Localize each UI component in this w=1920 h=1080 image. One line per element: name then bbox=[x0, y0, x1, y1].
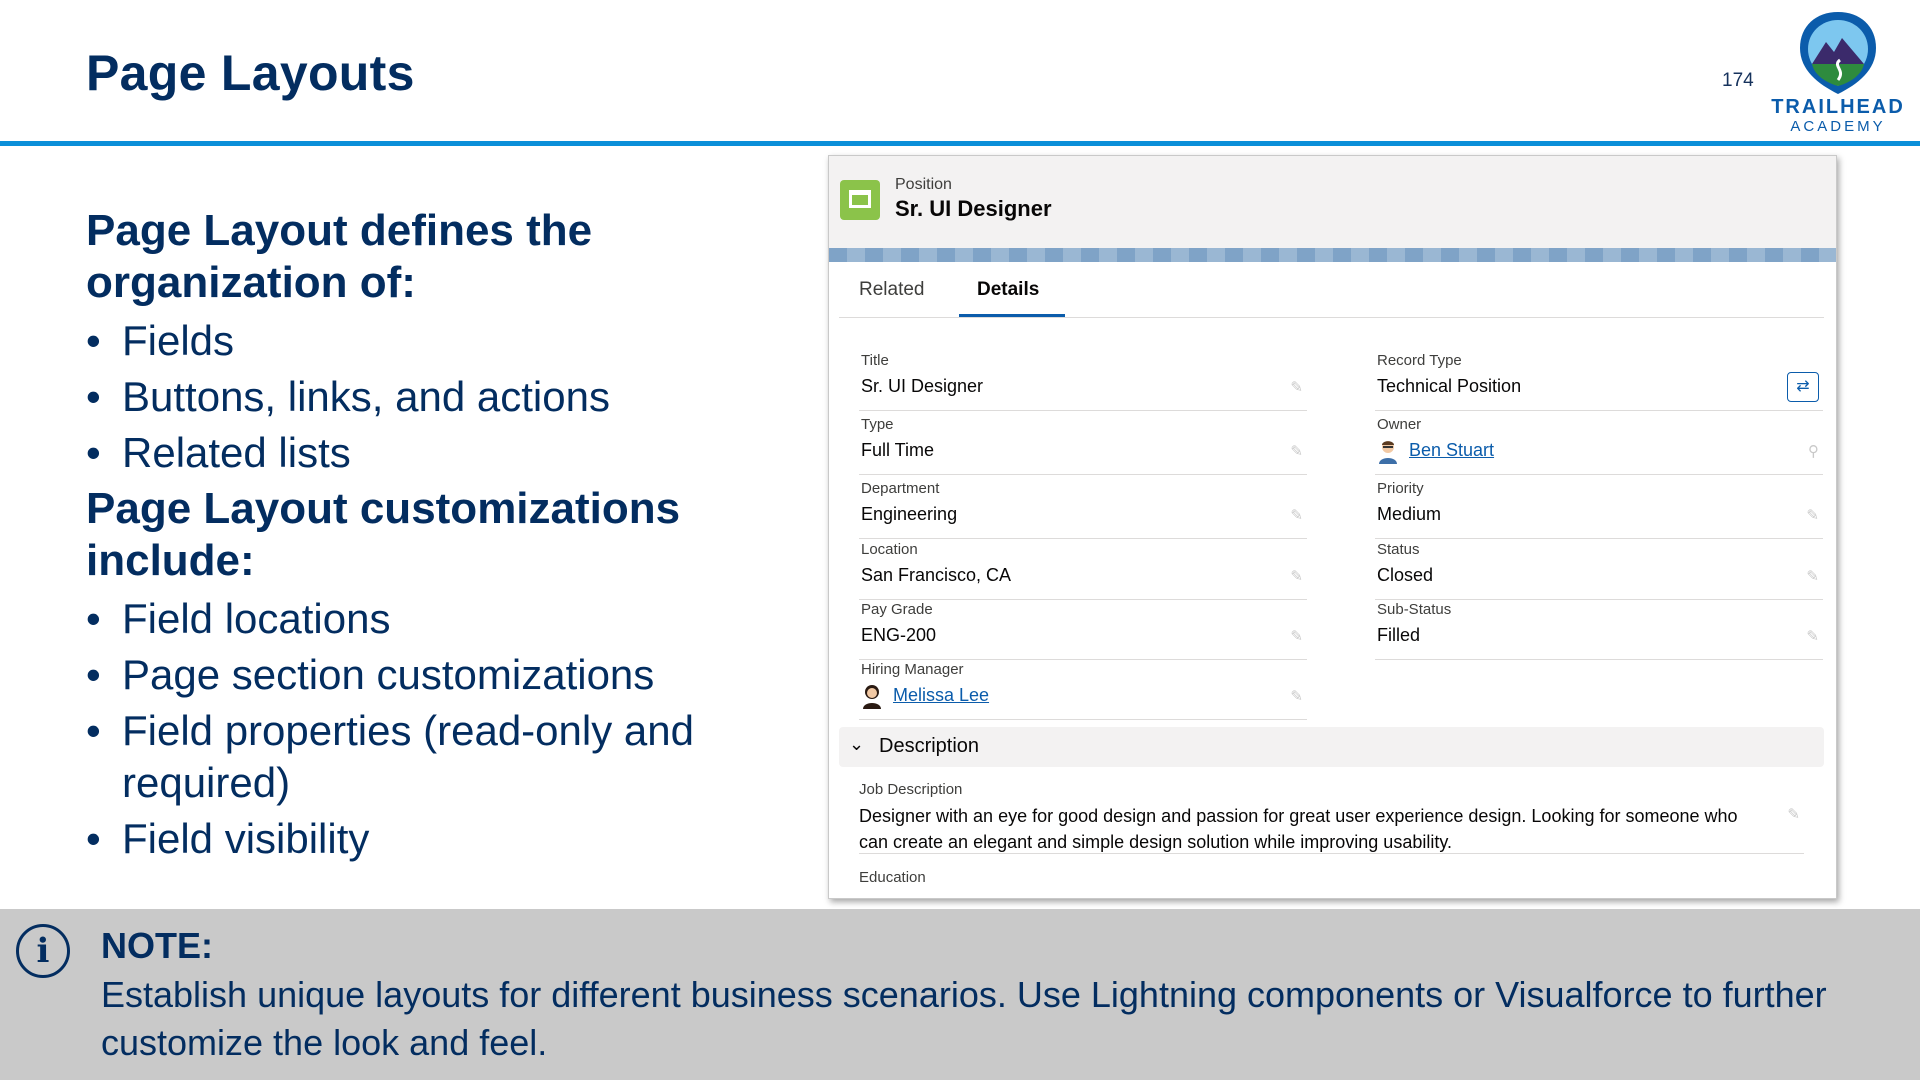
list-customizations: Field locations Page section customizati… bbox=[86, 593, 826, 865]
user-avatar-icon bbox=[863, 685, 881, 709]
chevron-down-icon[interactable]: ⌄ bbox=[849, 734, 864, 755]
logo-wordmark-trailhead: TRAILHEAD bbox=[1771, 96, 1905, 118]
field-value: Medium bbox=[1377, 504, 1442, 524]
field-label: Priority bbox=[1377, 480, 1424, 497]
list-defines: Fields Buttons, links, and actions Relat… bbox=[86, 315, 826, 479]
list-item: Field locations bbox=[86, 593, 826, 645]
field-value: Filled bbox=[1377, 625, 1421, 645]
field-owner: Owner Ben Stuart ⚲ bbox=[1375, 416, 1823, 475]
field-value: San Francisco, CA bbox=[861, 565, 1012, 585]
note-title: NOTE: bbox=[101, 925, 213, 966]
field-value: Engineering bbox=[861, 504, 958, 524]
pencil-icon[interactable]: ✎ bbox=[1290, 567, 1303, 585]
pencil-icon[interactable]: ✎ bbox=[1290, 378, 1303, 396]
note-text: Establish unique layouts for different b… bbox=[101, 974, 1827, 1063]
pencil-icon[interactable]: ✎ bbox=[1806, 567, 1819, 585]
field-label: Sub-Status bbox=[1377, 601, 1452, 618]
slide-title: Page Layouts bbox=[86, 45, 415, 101]
note-banner: i NOTE: Establish unique layouts for dif… bbox=[0, 909, 1920, 1080]
field-pay-grade: Pay Grade ENG-200 ✎ bbox=[859, 601, 1307, 660]
field-record-type: Record Type Technical Position ⇄ bbox=[1375, 352, 1823, 411]
field-hiring-manager: Hiring Manager Melissa Lee ✎ bbox=[859, 661, 1307, 720]
hiring-manager-link[interactable]: Melissa Lee bbox=[893, 685, 989, 706]
field-sub-status: Sub-Status Filled ✎ bbox=[1375, 601, 1823, 660]
owner-link[interactable]: Ben Stuart bbox=[1409, 440, 1494, 461]
field-location: Location San Francisco, CA ✎ bbox=[859, 541, 1307, 600]
field-label: Hiring Manager bbox=[861, 661, 964, 678]
record-header: Position Sr. UI Designer bbox=[829, 156, 1836, 250]
user-avatar-icon bbox=[1379, 441, 1397, 464]
field-department: Department Engineering ✎ bbox=[859, 480, 1307, 539]
pencil-icon[interactable]: ✎ bbox=[1806, 506, 1819, 524]
list-item: Related lists bbox=[86, 427, 826, 479]
field-label-education: Education bbox=[859, 869, 926, 886]
position-object-icon bbox=[840, 180, 880, 220]
list-item: Field visibility bbox=[86, 813, 826, 865]
record-name: Sr. UI Designer bbox=[895, 196, 1052, 221]
tab-related[interactable]: Related bbox=[859, 279, 925, 301]
record-tabs: Related Details bbox=[839, 269, 1824, 318]
field-label: Type bbox=[861, 416, 894, 433]
field-value: Full Time bbox=[861, 440, 935, 460]
field-job-description: Job Description Designer with an eye for… bbox=[859, 781, 1804, 854]
field-title: Title Sr. UI Designer ✎ bbox=[859, 352, 1307, 411]
pencil-icon[interactable]: ✎ bbox=[1290, 627, 1303, 645]
description-section-header[interactable]: ⌄ Description bbox=[839, 727, 1824, 767]
field-value: ENG-200 bbox=[861, 625, 937, 645]
pencil-icon[interactable]: ✎ bbox=[1290, 687, 1303, 705]
field-label: Record Type bbox=[1377, 352, 1462, 369]
list-item: Page section customizations bbox=[86, 649, 826, 701]
page-number: 174 bbox=[1722, 70, 1754, 91]
record-detail-card: Position Sr. UI Designer Related Details… bbox=[828, 155, 1837, 899]
list-item: Field properties (read-only and required… bbox=[86, 705, 826, 809]
field-label: Title bbox=[861, 352, 889, 369]
pencil-icon[interactable]: ✎ bbox=[1290, 506, 1303, 524]
field-type: Type Full Time ✎ bbox=[859, 416, 1307, 475]
list-item: Buttons, links, and actions bbox=[86, 371, 826, 423]
heading-defines: Page Layout defines the organization of: bbox=[86, 206, 593, 307]
field-value: Designer with an eye for good design and… bbox=[859, 806, 1738, 852]
change-record-type-icon[interactable]: ⇄ bbox=[1787, 372, 1819, 402]
object-label: Position bbox=[895, 176, 952, 193]
header-pattern-band bbox=[829, 248, 1836, 262]
pencil-icon[interactable]: ✎ bbox=[1290, 442, 1303, 460]
field-label: Owner bbox=[1377, 416, 1422, 433]
field-label: Status bbox=[1377, 541, 1420, 558]
pencil-icon[interactable]: ✎ bbox=[1806, 627, 1819, 645]
field-label: Department bbox=[861, 480, 940, 497]
change-owner-icon[interactable]: ⚲ bbox=[1808, 442, 1819, 460]
active-tab-indicator bbox=[959, 314, 1065, 317]
bullet-content: Page Layout defines the organization of:… bbox=[86, 205, 826, 869]
logo-wordmark-academy: ACADEMY bbox=[1790, 118, 1886, 135]
field-label: Pay Grade bbox=[861, 601, 933, 618]
field-label: Job Description bbox=[859, 781, 963, 798]
tab-details[interactable]: Details bbox=[977, 279, 1039, 301]
field-value: Technical Position bbox=[1377, 376, 1522, 396]
field-status: Status Closed ✎ bbox=[1375, 541, 1823, 600]
list-item: Fields bbox=[86, 315, 826, 367]
trailhead-academy-logo: TRAILHEAD ACADEMY bbox=[1768, 8, 1908, 136]
info-icon: i bbox=[16, 924, 70, 978]
pencil-icon[interactable]: ✎ bbox=[1787, 805, 1800, 823]
field-label: Location bbox=[861, 541, 918, 558]
section-title: Description bbox=[879, 735, 980, 757]
mountain-badge-icon bbox=[1800, 12, 1876, 94]
title-divider bbox=[0, 141, 1920, 146]
field-priority: Priority Medium ✎ bbox=[1375, 480, 1823, 539]
heading-customizations: Page Layout customizations include: bbox=[86, 484, 681, 585]
field-value: Sr. UI Designer bbox=[861, 376, 984, 396]
field-value: Closed bbox=[1377, 565, 1434, 585]
